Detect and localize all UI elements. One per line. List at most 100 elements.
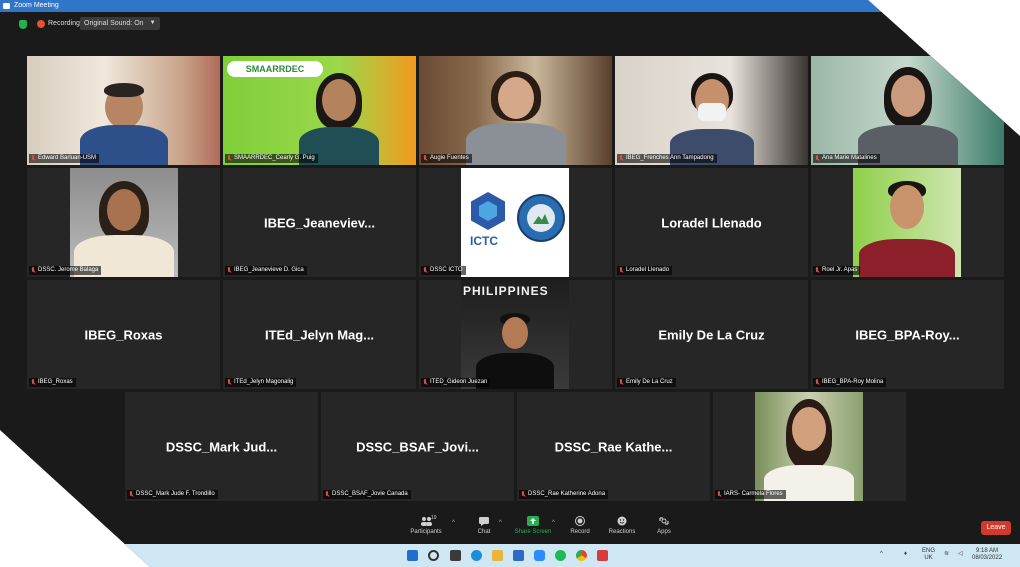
- chrome-icon[interactable]: [576, 550, 587, 561]
- participant-name-tag: Ana Marie Matalines: [813, 154, 880, 163]
- task-view-icon[interactable]: [450, 550, 461, 561]
- chevron-down-icon[interactable]: ▼: [150, 17, 156, 30]
- participant-video: [465, 65, 566, 165]
- participant-name-tag: IBEG_BPA-Roy Molina: [813, 378, 887, 387]
- file-explorer-icon[interactable]: [492, 550, 503, 561]
- participant-name-tag: DSSC_BSAF_Jovie Canada: [323, 490, 411, 499]
- clock[interactable]: 9:18 AM 08/03/2022: [972, 548, 1002, 562]
- mic-muted-icon: [227, 379, 231, 386]
- share-screen-label: Share Screen: [514, 529, 552, 535]
- security-shield-icon[interactable]: [19, 20, 27, 29]
- video-tile[interactable]: SMAARRDEC SMAARRDEC_Cearly G. Puig: [223, 56, 416, 165]
- meeting-controls-toolbar: Participants 19 ^ Chat ^ Share Screen ^ …: [0, 512, 1020, 544]
- video-tile[interactable]: Ana Marie Matalines: [811, 56, 1004, 165]
- participant-display-name: Loradel Llenado: [661, 215, 762, 230]
- mic-muted-icon: [31, 155, 35, 162]
- mic-muted-icon: [227, 155, 231, 162]
- video-feed: SMAARRDEC: [223, 56, 416, 165]
- video-tile[interactable]: ICTC DSSC ICTO: [419, 168, 612, 277]
- participant-count: 19: [431, 515, 437, 521]
- participant-name-tag: IBEG_Jeanevieve D. Gica: [225, 266, 307, 275]
- participant-name-tag: DSSC ICTO: [421, 266, 466, 275]
- video-tile-camera-off[interactable]: Loradel Llenado Loradel Llenado: [615, 168, 808, 277]
- mic-muted-icon: [129, 491, 133, 498]
- participant-name-tag: Emily De La Cruz: [617, 378, 676, 387]
- ictc-label: ICTC: [470, 234, 498, 248]
- mic-muted-icon: [325, 491, 329, 498]
- video-feed: [615, 56, 808, 165]
- reactions-label: Reactions: [608, 529, 636, 535]
- video-tile[interactable]: IBEG_Frenches Ann Tampadong: [615, 56, 808, 165]
- video-tile[interactable]: DSSC. Jerome Balaga: [27, 168, 220, 277]
- participant-name-tag: IARS- Carmela Flores: [715, 490, 786, 499]
- participant-name-tag: Edward Barluan-USM: [29, 154, 100, 163]
- tray-overflow-icon[interactable]: ^: [880, 551, 883, 558]
- mic-muted-icon: [423, 379, 427, 386]
- participant-display-name: IBEG_Jeaneviev...: [263, 215, 376, 230]
- apps-button[interactable]: Apps: [639, 516, 689, 535]
- university-seal-icon: [517, 194, 565, 242]
- video-tile-camera-off[interactable]: IBEG_Roxas IBEG_Roxas: [27, 280, 220, 389]
- original-sound-label: Original Sound: On: [84, 20, 144, 27]
- participant-video: [294, 65, 384, 165]
- participant-name-tag: ITED_Gideon Juezan: [421, 378, 491, 387]
- record-label: Record: [570, 529, 590, 535]
- volume-icon[interactable]: ◁: [958, 551, 963, 558]
- participant-name-tag: DSSC_Mark Jude F. Trondillo: [127, 490, 218, 499]
- video-tile[interactable]: PHILIPPINES ITED_Gideon Juezan: [419, 280, 612, 389]
- participant-display-name: DSSC_Mark Jud...: [165, 439, 278, 454]
- participant-video: [857, 65, 958, 165]
- participant-name-tag: IBEG_Frenches Ann Tampadong: [617, 154, 717, 163]
- participant-name-tag: ITEd_Jelyn Magonalig: [225, 378, 297, 387]
- mic-muted-icon: [423, 267, 427, 274]
- video-tile-camera-off[interactable]: DSSC_Mark Jud... DSSC_Mark Jude F. Trond…: [125, 392, 318, 501]
- windows-start-icon[interactable]: [407, 550, 418, 561]
- participants-caret-icon[interactable]: ^: [452, 520, 455, 526]
- mic-muted-icon: [423, 155, 427, 162]
- participant-video: [74, 177, 174, 277]
- video-tile-camera-off[interactable]: DSSC_Rae Kathe... DSSC_Rae Katherine Ado…: [517, 392, 710, 501]
- participants-button[interactable]: Participants: [401, 516, 451, 535]
- mic-muted-icon: [31, 267, 35, 274]
- video-feed: [755, 392, 863, 501]
- mail-icon[interactable]: [513, 550, 524, 561]
- video-tile-camera-off[interactable]: Emily De La Cruz Emily De La Cruz: [615, 280, 808, 389]
- video-tile[interactable]: Roel Jr. Apas: [811, 168, 1004, 277]
- video-tile-camera-off[interactable]: IBEG_BPA-Roy... IBEG_BPA-Roy Molina: [811, 280, 1004, 389]
- chat-label: Chat: [477, 529, 491, 535]
- chat-icon: [478, 516, 490, 526]
- mic-muted-icon: [227, 267, 231, 274]
- original-sound-button[interactable]: Original Sound: On ▼: [80, 17, 160, 30]
- window-title: Zoom Meeting: [14, 2, 59, 9]
- video-tile-active-speaker[interactable]: Augie Fuentes: [419, 56, 612, 165]
- zoom-taskbar-icon[interactable]: [534, 550, 545, 561]
- edge-browser-icon[interactable]: [471, 550, 482, 561]
- office-icon[interactable]: [597, 550, 608, 561]
- clock-date: 08/03/2022: [972, 555, 1003, 561]
- video-tile-camera-off[interactable]: IBEG_Jeaneviev... IBEG_Jeanevieve D. Gic…: [223, 168, 416, 277]
- wifi-icon[interactable]: ≋: [944, 551, 949, 558]
- video-tile[interactable]: IARS- Carmela Flores: [713, 392, 906, 501]
- language-indicator[interactable]: ENG UK: [922, 548, 935, 562]
- leave-meeting-button[interactable]: Leave: [981, 521, 1011, 535]
- clock-time: 9:18 AM: [976, 548, 999, 554]
- mic-muted-icon: [815, 267, 819, 274]
- video-feed: [27, 56, 220, 165]
- apps-icon: [658, 516, 670, 526]
- participant-name-tag: DSSC_Rae Katherine Adona: [519, 490, 609, 499]
- zoom-window: Zoom Meeting Recording Original Sound: O…: [0, 0, 1020, 567]
- mic-muted-icon: [815, 155, 819, 162]
- video-tile-camera-off[interactable]: ITEd_Jelyn Mag... ITEd_Jelyn Magonalig: [223, 280, 416, 389]
- video-tile-camera-off[interactable]: DSSC_BSAF_Jovi... DSSC_BSAF_Jovie Canada: [321, 392, 514, 501]
- reactions-icon: [616, 516, 628, 526]
- mic-muted-icon: [717, 491, 721, 498]
- video-tile[interactable]: Edward Barluan-USM: [27, 56, 220, 165]
- share-screen-button[interactable]: Share Screen: [508, 516, 558, 535]
- window-titlebar: Zoom Meeting: [0, 0, 1020, 12]
- spotify-icon[interactable]: [555, 550, 566, 561]
- chat-caret-icon[interactable]: ^: [499, 520, 502, 526]
- participant-display-name: DSSC_Rae Kathe...: [554, 439, 673, 454]
- philippines-sign: PHILIPPINES: [463, 284, 549, 298]
- tray-app-icon[interactable]: ♦: [904, 551, 907, 558]
- search-icon[interactable]: [428, 550, 439, 561]
